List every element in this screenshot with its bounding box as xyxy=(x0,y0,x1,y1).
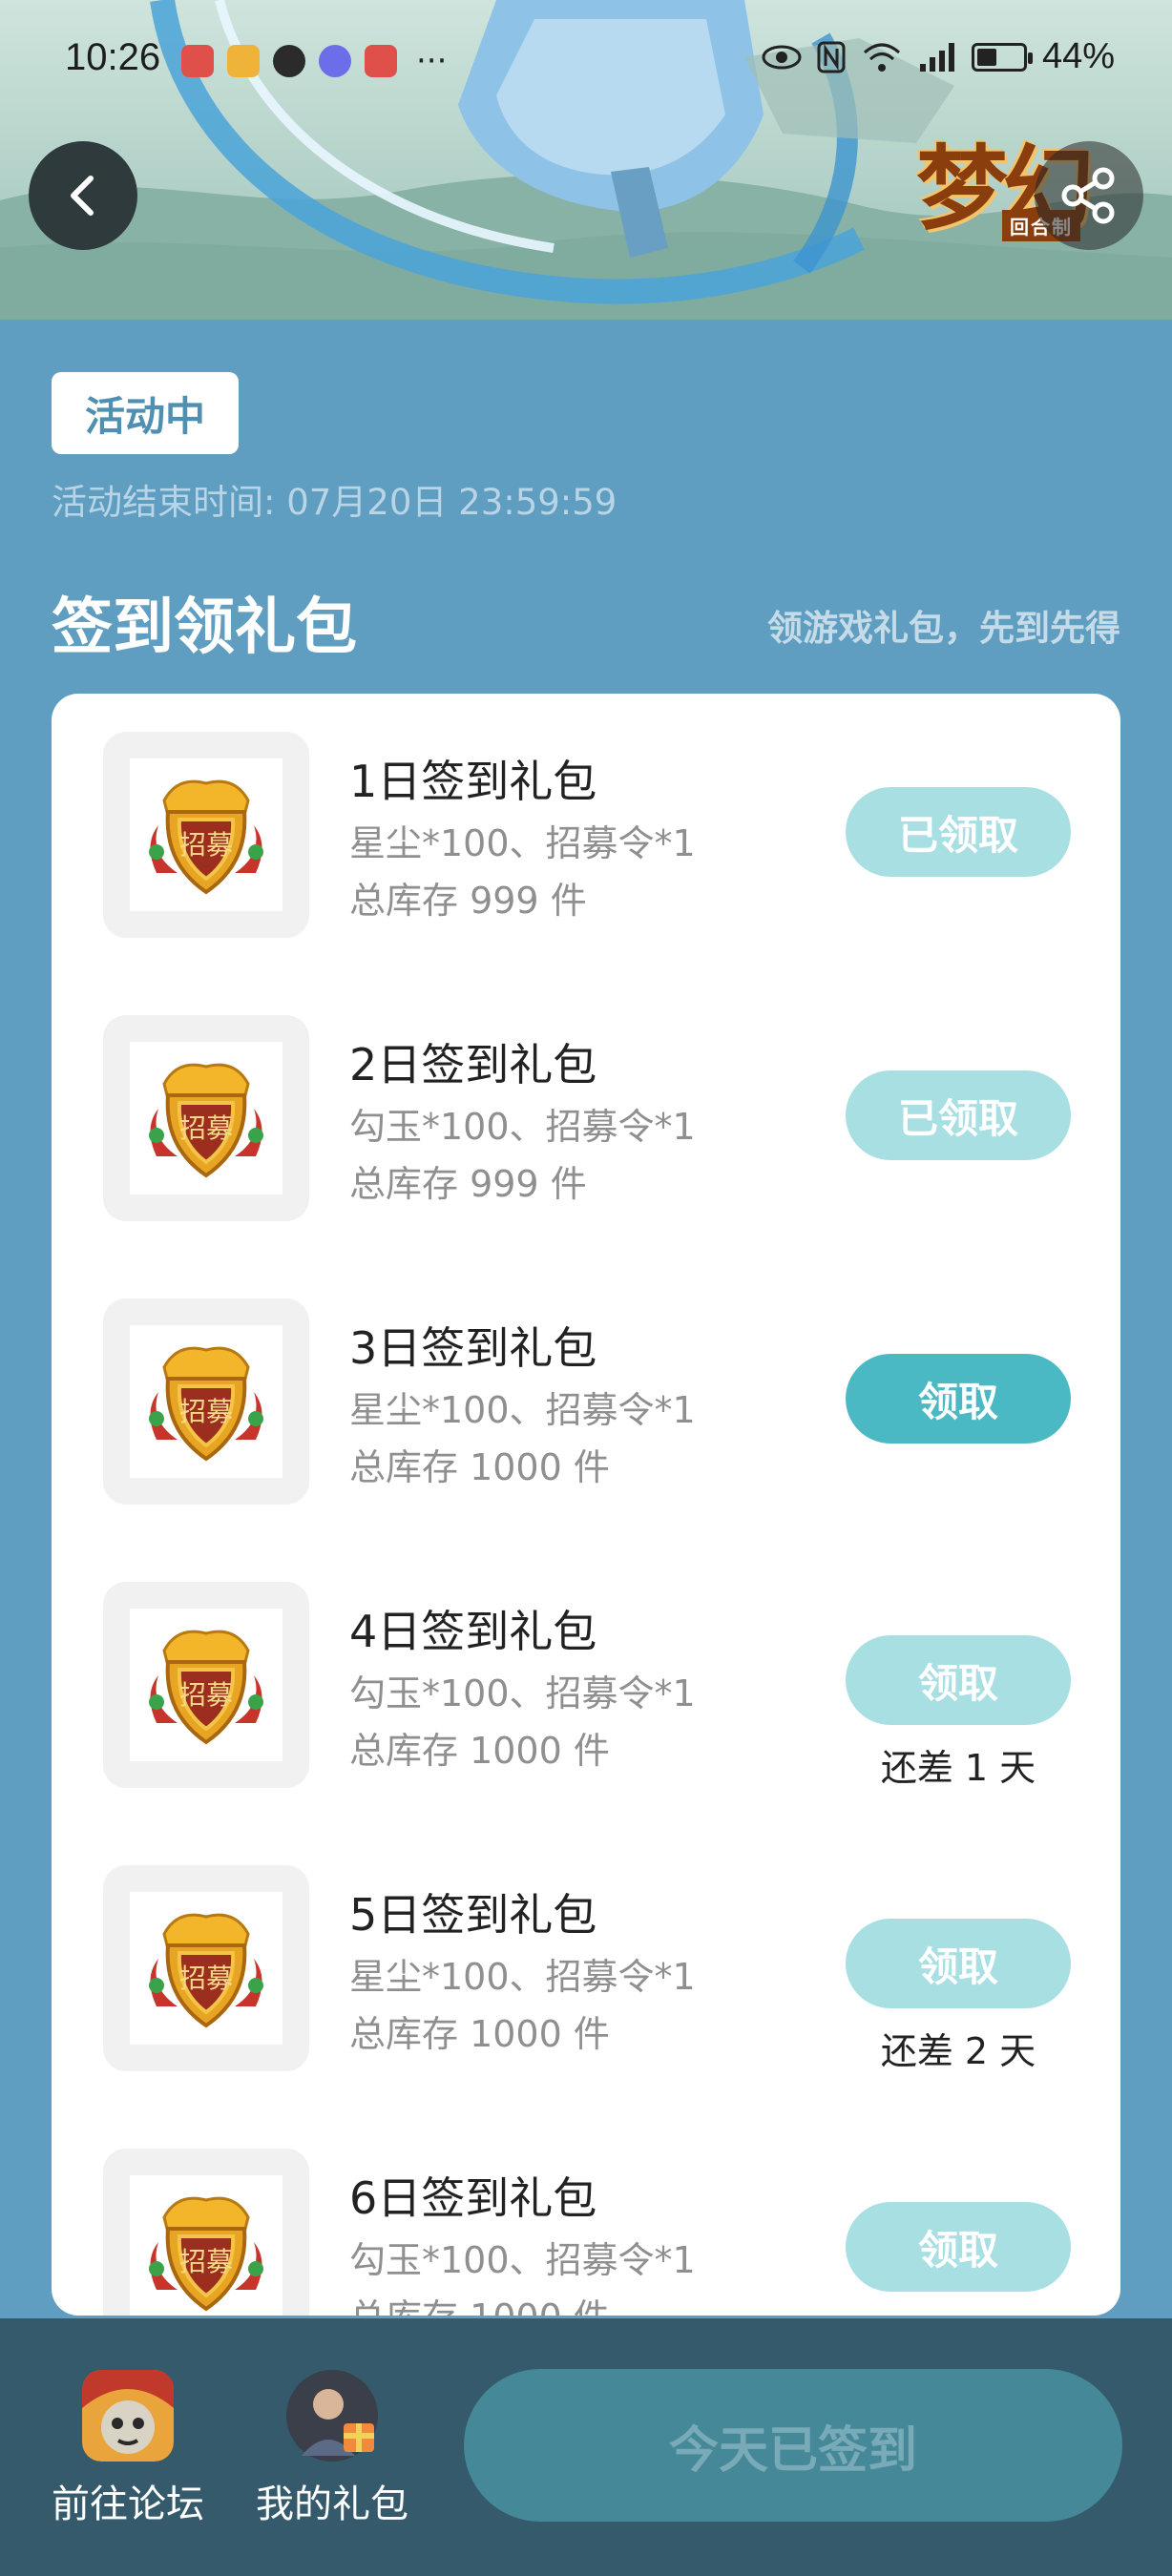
claim-button[interactable]: 领取 xyxy=(846,1635,1071,1725)
status-time: 10:26 xyxy=(65,36,161,78)
my-gifts-link[interactable]: 我的礼包 xyxy=(246,2370,418,2528)
claim-button[interactable]: 领取 xyxy=(846,1354,1071,1444)
forum-label: 前往论坛 xyxy=(52,2483,204,2526)
gift-thumbnail: 招募 xyxy=(103,1582,309,1788)
back-button[interactable] xyxy=(29,141,137,250)
badge-text: 招募 xyxy=(179,1112,233,1144)
my-gifts-label: 我的礼包 xyxy=(256,2483,408,2526)
gift-thumbnail: 招募 xyxy=(103,732,309,938)
gift-thumbnail: 招募 xyxy=(103,1298,309,1505)
gift-name: 2日签到礼包 xyxy=(349,1039,597,1091)
days-remaining: 还差 2 天 xyxy=(880,2030,1036,2072)
battery-percent: 44% xyxy=(1041,36,1115,76)
header-banner: 10:26 ··· 44% 梦幻 回合制 xyxy=(0,0,1172,320)
gift-stock: 总库存 1000 件 xyxy=(349,1730,610,1772)
wifi-icon xyxy=(863,43,900,72)
section-subtitle: 领游戏礼包，先到先得 xyxy=(767,608,1120,649)
battery-icon xyxy=(971,42,1033,72)
more-notifications-icon: ··· xyxy=(416,42,448,80)
badge-text: 招募 xyxy=(179,1396,233,1427)
gift-name: 3日签到礼包 xyxy=(349,1322,597,1374)
huawei-app-icon xyxy=(365,45,397,77)
section-title: 签到领礼包 xyxy=(52,592,357,663)
share-icon xyxy=(1061,167,1115,224)
gift-row: 招募 3日签到礼包星尘*100、招募令*1 总库存 1000 件 领取 xyxy=(52,1260,1120,1505)
book-app-icon xyxy=(181,45,214,77)
badge-text: 招募 xyxy=(179,1679,233,1711)
gift-stock: 总库存 999 件 xyxy=(349,1163,587,1205)
gift-name: 4日签到礼包 xyxy=(349,1606,597,1657)
bottom-action-bar: 前往论坛 我的礼包 今天已签到 xyxy=(0,2318,1172,2576)
gift-name: 1日签到礼包 xyxy=(349,756,597,807)
activity-status-badge: 活动中 xyxy=(52,372,239,454)
signal-icon xyxy=(919,42,954,72)
chat-bubble-icon xyxy=(273,45,305,77)
recruit-badge-icon: 招募 xyxy=(130,1892,283,2045)
gift-avatar-icon xyxy=(286,2370,378,2462)
gift-items: 勾玉*100、招募令*1 xyxy=(349,1106,696,1148)
battery-level xyxy=(976,48,996,66)
gift-thumbnail: 招募 xyxy=(103,2149,309,2316)
notification-icons: ··· xyxy=(181,42,447,80)
badge-text: 招募 xyxy=(179,1963,233,1994)
gift-stock: 总库存 1000 件 xyxy=(349,2013,610,2055)
signed-today-button[interactable]: 今天已签到 xyxy=(464,2369,1122,2522)
gift-stock: 总库存 999 件 xyxy=(349,880,587,922)
claimed-button[interactable]: 已领取 xyxy=(846,1070,1071,1160)
gift-row: 招募 1日签到礼包星尘*100、招募令*1 总库存 999 件 已领取 xyxy=(52,694,1120,938)
claimed-button[interactable]: 已领取 xyxy=(846,787,1071,877)
recruit-badge-icon: 招募 xyxy=(130,758,283,911)
back-arrow-icon xyxy=(71,176,94,216)
badge-text: 招募 xyxy=(179,2246,233,2277)
music-app-icon xyxy=(319,45,351,77)
days-remaining: 还差 1 天 xyxy=(880,1747,1036,1789)
gift-items: 勾玉*100、招募令*1 xyxy=(349,1672,696,1714)
gift-list-card: 招募 1日签到礼包 星尘*100、招募令*1 总库存 999 件已领取 招募 2日签到礼包… xyxy=(52,694,1120,2316)
gift-stock: 总库存 1000 件 xyxy=(349,2288,610,2316)
gift-items: 勾玉*100、招募令*1 xyxy=(349,2239,696,2281)
recruit-badge-icon: 招募 xyxy=(130,1609,283,1761)
days-remaining: 还差 3 天 xyxy=(846,2305,1071,2316)
gift-row: 招募 5日签到礼包星尘*100、招募令*1 总库存 1000 件 领取还差 2 天 xyxy=(52,1827,1120,2072)
recruit-badge-icon: 招募 xyxy=(130,2175,283,2316)
gift-stock: 总库存 1000 件 xyxy=(349,1446,610,1488)
forum-avatar-icon xyxy=(82,2370,174,2462)
activity-end-time: 活动结束时间: 07月20日 23:59:59 xyxy=(52,482,617,523)
badge-text: 招募 xyxy=(179,829,233,861)
share-button[interactable] xyxy=(1035,141,1143,250)
gift-items: 星尘*100、招募令*1 xyxy=(349,822,696,864)
recruit-badge-icon: 招募 xyxy=(130,1325,283,1478)
gift-row: 招募 2日签到礼包勾玉*100、招募令*1 总库存 999 件 已领取 xyxy=(52,977,1120,1221)
forum-link[interactable]: 前往论坛 xyxy=(42,2370,214,2528)
eye-icon xyxy=(762,45,802,69)
gift-items: 星尘*100、招募令*1 xyxy=(349,1389,696,1431)
gift-row: 招募 6日签到礼包勾玉*100、招募令*1 总库存 1000 件 领取还差 3 天 xyxy=(52,2110,1120,2316)
gift-items: 星尘*100、招募令*1 xyxy=(349,1956,696,1998)
recruit-badge-icon: 招募 xyxy=(130,1042,283,1195)
gift-thumbnail: 招募 xyxy=(103,1015,309,1221)
claim-button[interactable]: 领取 xyxy=(846,1919,1071,2008)
nfc-icon xyxy=(817,41,846,73)
gift-thumbnail: 招募 xyxy=(103,1865,309,2071)
gift-name: 5日签到礼包 xyxy=(349,1889,597,1941)
gift-row: 招募 4日签到礼包勾玉*100、招募令*1 总库存 1000 件 领取还差 1 天 xyxy=(52,1544,1120,1789)
gift-name: 6日签到礼包 xyxy=(349,2172,597,2224)
status-bar: 10:26 ··· 44% xyxy=(0,0,1172,124)
claim-button[interactable]: 领取 xyxy=(846,2202,1071,2292)
heart-app-icon xyxy=(227,45,260,77)
system-indicators: 44% xyxy=(762,36,1115,77)
